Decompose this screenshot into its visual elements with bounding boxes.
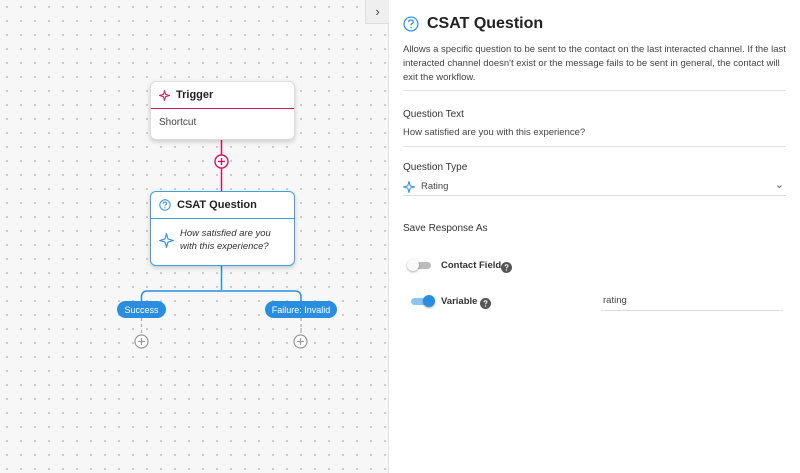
help-icon[interactable] [501, 260, 512, 278]
sparkle-icon [159, 232, 174, 248]
sparkle-icon [403, 180, 415, 193]
panel-title: CSAT Question [427, 15, 544, 32]
add-step-icon[interactable] [214, 154, 229, 174]
collapse-panel-button[interactable]: › [365, 0, 389, 24]
divider [403, 146, 786, 147]
question-type-select[interactable]: Rating ⌄ [403, 178, 786, 196]
chevron-right-icon: › [375, 4, 380, 19]
panel-description: Allows a specific question to be sent to… [403, 44, 786, 83]
csat-node-question: How satisfied are you with this experien… [180, 228, 271, 252]
chevron-down-icon: ⌄ [774, 179, 784, 191]
help-icon[interactable] [480, 296, 491, 314]
trigger-node[interactable]: Trigger Shortcut [150, 81, 295, 140]
divider [403, 90, 786, 91]
save-response-label: Save Response As [403, 223, 488, 234]
contact-field-label: Contact Field [441, 260, 502, 271]
csat-node-body: How satisfied are you with this experien… [151, 219, 294, 253]
question-circle-icon [403, 16, 419, 32]
branch-success[interactable]: Success [117, 301, 166, 318]
question-text-label: Question Text [403, 109, 464, 120]
trigger-node-header: Trigger [151, 82, 294, 109]
variable-name-input[interactable]: rating [601, 295, 783, 311]
properties-panel: CSAT Question Allows a specific question… [389, 0, 800, 473]
variable-toggle[interactable] [409, 295, 435, 307]
contact-field-toggle[interactable] [407, 259, 433, 271]
branch-failure-invalid[interactable]: Failure: Invalid [265, 301, 337, 318]
add-step-failure-icon[interactable] [293, 334, 308, 354]
question-type-value: Rating [421, 181, 449, 192]
panel-header: CSAT Question [403, 15, 543, 33]
csat-node-header: CSAT Question [151, 192, 294, 219]
question-text-field[interactable]: How satisfied are you with this experien… [403, 127, 585, 138]
trigger-node-title: Trigger [176, 89, 214, 101]
question-type-label: Question Type [403, 162, 468, 173]
add-step-success-icon[interactable] [134, 334, 149, 354]
workflow-canvas[interactable]: Trigger Shortcut CSAT Question How satis… [0, 0, 389, 473]
sparkle-icon [159, 89, 170, 101]
trigger-node-body: Shortcut [159, 117, 197, 128]
csat-node-title: CSAT Question [177, 199, 257, 211]
question-circle-icon [159, 199, 171, 211]
variable-label: Variable [441, 296, 478, 307]
csat-question-node[interactable]: CSAT Question How satisfied are you with… [150, 191, 295, 266]
